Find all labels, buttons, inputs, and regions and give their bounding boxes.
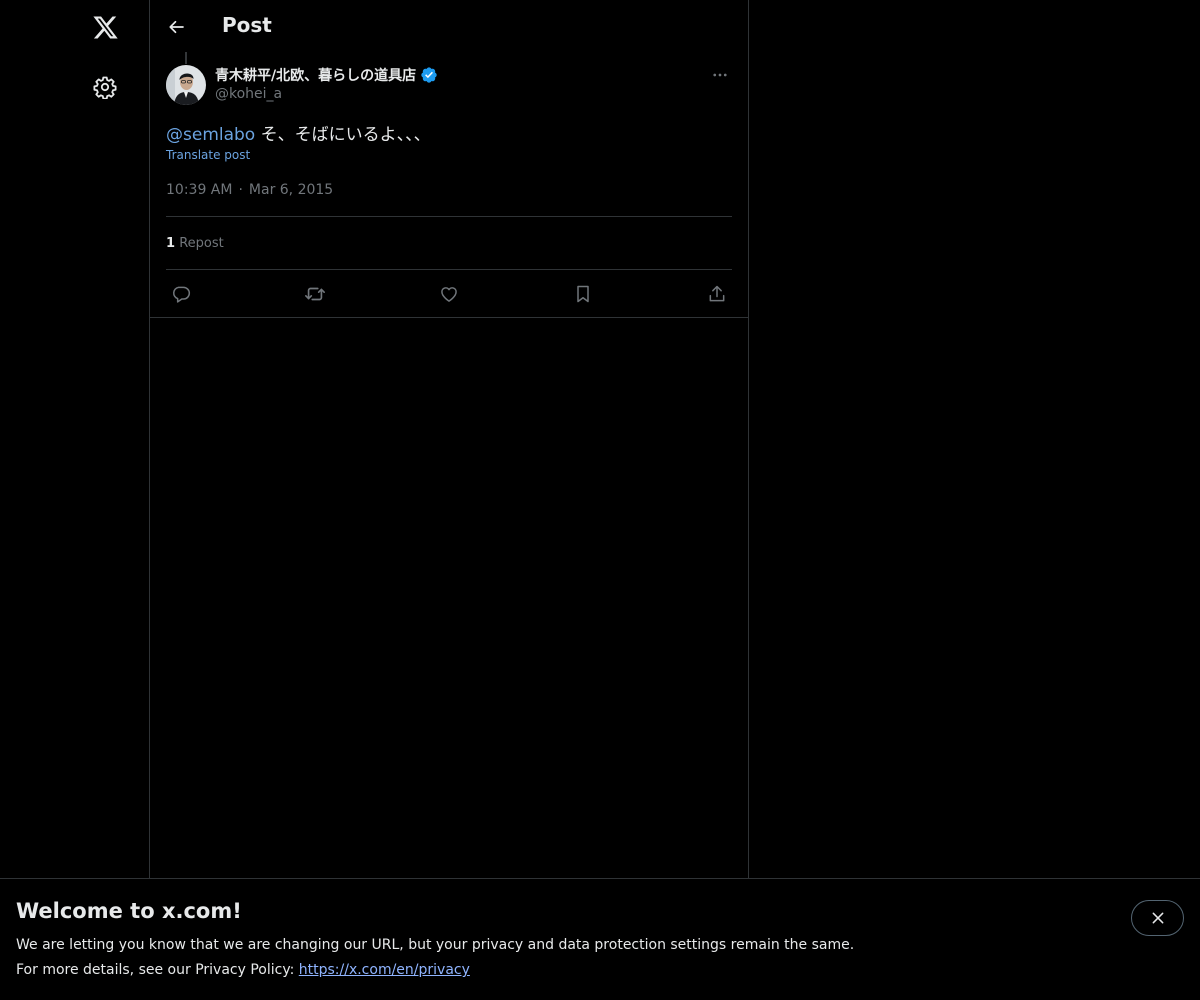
main-column: Post 青木耕平/北欧、暮らしの道具店 @kohei_a @semlabo そ… (149, 0, 749, 878)
author-name-row: 青木耕平/北欧、暮らしの道具店 (215, 65, 438, 85)
post-date[interactable]: Mar 6, 2015 (249, 182, 333, 198)
post-actions (166, 280, 732, 308)
banner-privacy-line: For more details, see our Privacy Policy… (16, 962, 470, 978)
welcome-banner: Welcome to x.com! We are letting you kno… (0, 878, 1200, 1000)
page-title: Post (222, 13, 272, 37)
thread-line (185, 52, 187, 64)
banner-privacy-prefix: For more details, see our Privacy Policy… (16, 962, 299, 978)
divider (166, 269, 732, 270)
more-dots-icon[interactable] (708, 63, 732, 87)
avatar[interactable] (166, 65, 206, 105)
post-mention-link[interactable]: @semlabo (166, 125, 255, 145)
post-author: 青木耕平/北欧、暮らしの道具店 @kohei_a (215, 65, 438, 102)
post-meta: 10:39 AM · Mar 6, 2015 (166, 182, 333, 198)
post: 青木耕平/北欧、暮らしの道具店 @kohei_a @semlabo そ、そばにい… (150, 52, 748, 318)
close-banner-button[interactable] (1131, 900, 1184, 936)
banner-message: We are letting you know that we are chan… (16, 937, 855, 953)
close-icon (1152, 912, 1163, 924)
post-text-body: そ、そばにいるよ、、、 (255, 125, 431, 145)
page-header: Post (150, 0, 748, 54)
post-text: @semlabo そ、そばにいるよ、、、 (166, 120, 431, 145)
settings-gear-icon[interactable] (82, 64, 128, 110)
meta-separator: · (238, 182, 243, 198)
post-time[interactable]: 10:39 AM (166, 182, 232, 198)
back-arrow-icon[interactable] (160, 10, 194, 44)
verified-badge-icon (421, 67, 437, 83)
reply-icon[interactable] (166, 279, 196, 309)
like-icon[interactable] (434, 279, 464, 309)
author-handle[interactable]: @kohei_a (215, 86, 438, 102)
app-root: Post 青木耕平/北欧、暮らしの道具店 @kohei_a @semlabo そ… (0, 0, 1200, 1000)
banner-title: Welcome to x.com! (16, 899, 242, 923)
author-display-name[interactable]: 青木耕平/北欧、暮らしの道具店 (215, 65, 416, 85)
repost-stats[interactable]: 1 Repost (166, 236, 224, 251)
translate-post-link[interactable]: Translate post (166, 148, 250, 162)
repost-count: 1 (166, 236, 176, 251)
repost-label: Repost (179, 236, 224, 251)
bookmark-icon[interactable] (568, 279, 598, 309)
divider (166, 216, 732, 217)
x-logo-icon[interactable] (82, 4, 128, 50)
privacy-policy-link[interactable]: https://x.com/en/privacy (299, 962, 470, 978)
repost-icon[interactable] (300, 279, 330, 309)
share-icon[interactable] (702, 279, 732, 309)
left-nav (0, 0, 149, 878)
